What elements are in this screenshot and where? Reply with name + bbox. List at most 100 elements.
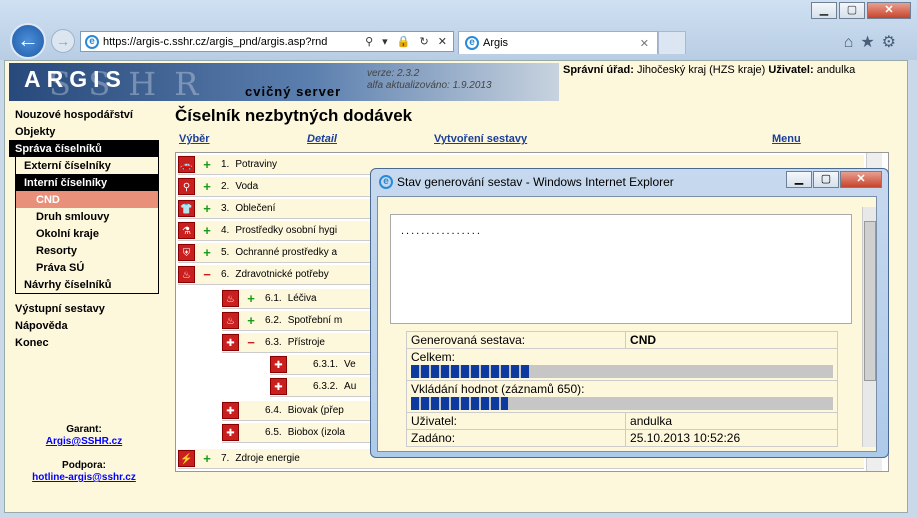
row-number: 6.3. — [265, 337, 282, 348]
garant-link[interactable]: Argis@SSHR.cz — [46, 436, 122, 447]
shirt-icon: 👕 — [178, 200, 195, 217]
protection-icon: ⛨ — [178, 244, 195, 261]
url-text[interactable]: https://argis-c.sshr.cz/argis_pnd/argis.… — [103, 36, 365, 48]
ie-icon: e — [85, 34, 99, 49]
energy-icon: ⚡ — [178, 450, 195, 467]
row-number: 6.3.1. — [313, 359, 339, 370]
vkladani-progress-fill — [411, 397, 509, 410]
podpora-label: Podpora: — [62, 460, 106, 471]
row-vkladani: Vkládání hodnot (záznamů 650): — [406, 380, 838, 413]
car-icon: 🚗 — [178, 156, 195, 173]
row-celkem: Celkem: — [406, 348, 838, 381]
row-label[interactable]: Au — [344, 381, 356, 392]
status-table: Generovaná sestava: CND Celkem: Vkládání … — [405, 331, 838, 447]
collapse-icon[interactable]: − — [199, 267, 215, 282]
zadano-value: 25.10.2013 10:52:26 — [625, 429, 838, 447]
expand-icon[interactable]: + — [199, 179, 215, 194]
cross-icon: ✚ — [222, 424, 239, 441]
row-number: 6.4. — [265, 405, 282, 416]
row-label[interactable]: Léčiva — [288, 293, 317, 304]
row-number: 4. — [221, 225, 230, 236]
back-button[interactable]: ← — [10, 23, 46, 59]
dialog-close-button[interactable]: ✕ — [840, 171, 882, 188]
menu-vyber[interactable]: Výběr — [179, 133, 210, 145]
address-bar[interactable]: e https://argis-c.sshr.cz/argis_pnd/argi… — [80, 31, 454, 52]
expand-icon[interactable]: + — [243, 291, 259, 306]
row-label[interactable]: Biobox (izola — [288, 427, 345, 438]
row-zadano: Zadáno: 25.10.2013 10:52:26 — [405, 429, 838, 447]
medical-icon: ♨ — [222, 290, 239, 307]
expand-icon[interactable]: + — [199, 451, 215, 466]
sidebar-item-okolni-kraje[interactable]: Okolní kraje — [16, 225, 158, 242]
row-label[interactable]: Ve — [344, 359, 356, 370]
sidebar-item-navrhy[interactable]: Návrhy číselníků — [16, 276, 158, 293]
row-label[interactable]: Oblečení — [235, 203, 275, 214]
sidebar-item-vystupni[interactable]: Výstupní sestavy — [9, 300, 159, 317]
sidebar-item-napoveda[interactable]: Nápověda — [9, 317, 159, 334]
browser-tab[interactable]: e Argis ✕ — [458, 31, 658, 54]
collapse-icon[interactable]: − — [243, 335, 259, 350]
row-gen: Generovaná sestava: CND — [405, 331, 838, 349]
expand-icon[interactable]: + — [199, 157, 215, 172]
version-text: verze: 2.3.2 — [367, 68, 420, 79]
sidebar-item-nouzove[interactable]: Nouzové hospodářství — [9, 106, 159, 123]
progress-dialog: e Stav generování sestav - Windows Inter… — [370, 168, 889, 458]
expand-icon[interactable]: + — [199, 201, 215, 216]
row-label[interactable]: Ochranné prostředky a — [235, 247, 337, 258]
dialog-controls: ▁ ▢ ✕ — [785, 171, 882, 188]
tab-title: Argis — [483, 37, 509, 49]
page-title: Číselník nezbytných dodávek — [175, 106, 413, 125]
row-label[interactable]: Přístroje — [288, 337, 325, 348]
dlg-user-value: andulka — [625, 412, 838, 430]
forward-button[interactable]: → — [51, 29, 75, 53]
garant-label: Garant: — [66, 424, 102, 435]
dialog-title: Stav generování sestav - Windows Interne… — [397, 175, 674, 189]
favorites-icon[interactable]: ★ — [860, 34, 881, 51]
row-number: 3. — [221, 203, 230, 214]
gear-icon[interactable]: ⚙ — [882, 34, 903, 51]
sidebar-item-objekty[interactable]: Objekty — [9, 123, 159, 140]
tab-close-icon[interactable]: ✕ — [640, 37, 657, 50]
menu-menu[interactable]: Menu — [772, 133, 801, 145]
menu-vytvoreni[interactable]: Vytvoření sestavy — [434, 133, 527, 145]
sidebar-item-prava[interactable]: Práva SÚ — [16, 259, 158, 276]
expand-icon[interactable]: + — [199, 245, 215, 260]
row-label[interactable]: Potraviny — [235, 159, 277, 170]
sidebar-item-externi[interactable]: Externí číselníky — [16, 157, 158, 174]
expand-icon[interactable]: + — [199, 223, 215, 238]
maximize-button[interactable]: ▢ — [839, 2, 865, 19]
menu-detail[interactable]: Detail — [307, 133, 337, 145]
dialog-maximize-button[interactable]: ▢ — [813, 171, 839, 188]
cross-icon: ✚ — [270, 378, 287, 395]
row-label[interactable]: Zdroje energie — [235, 453, 299, 464]
sidebar-item-resorty[interactable]: Resorty — [16, 242, 158, 259]
sidebar-item-druh-smlouvy[interactable]: Druh smlouvy — [16, 208, 158, 225]
dialog-minimize-button[interactable]: ▁ — [786, 171, 812, 188]
new-tab-button[interactable] — [658, 31, 686, 54]
contacts: Garant: Argis@SSHR.cz Podpora: hotline-a… — [9, 424, 159, 484]
header-info: Správní úřad: Jihočeský kraj (HZS kraje)… — [563, 64, 855, 76]
sidebar-item-cnd[interactable]: CND — [16, 191, 158, 208]
row-label[interactable]: Biovak (přep — [288, 405, 344, 416]
urad-label: Správní úřad: — [563, 64, 634, 76]
row-number: 6.3.2. — [313, 381, 339, 392]
sidebar-item-konec[interactable]: Konec — [9, 334, 159, 351]
dialog-scroll-thumb[interactable] — [864, 221, 876, 381]
dialog-scrollbar[interactable] — [862, 207, 876, 447]
sidebar-item-interni[interactable]: Interní číselníky — [16, 174, 158, 191]
close-button[interactable]: ✕ — [867, 2, 911, 19]
row-label[interactable]: Zdravotnické potřeby — [235, 269, 328, 280]
row-label[interactable]: Spotřební m — [288, 315, 342, 326]
sidebar-item-sprava[interactable]: Správa číselníků — [9, 140, 159, 157]
expand-icon[interactable]: + — [243, 313, 259, 328]
celkem-progress-fill — [411, 365, 530, 378]
row-label[interactable]: Voda — [235, 181, 258, 192]
minimize-button[interactable]: ▁ — [811, 2, 837, 19]
row-label[interactable]: Prostředky osobní hygi — [235, 225, 337, 236]
user-value: andulka — [816, 64, 856, 76]
address-tools[interactable]: ⚲ ▾ 🔒 ↻ ✕ — [365, 35, 453, 48]
sidebar: Nouzové hospodářství Objekty Správa číse… — [9, 106, 159, 511]
podpora-link[interactable]: hotline-argis@sshr.cz — [32, 472, 136, 483]
vkladani-label: Vkládání hodnot (záznamů 650): — [411, 382, 585, 396]
home-icon[interactable]: ⌂ — [844, 34, 861, 51]
